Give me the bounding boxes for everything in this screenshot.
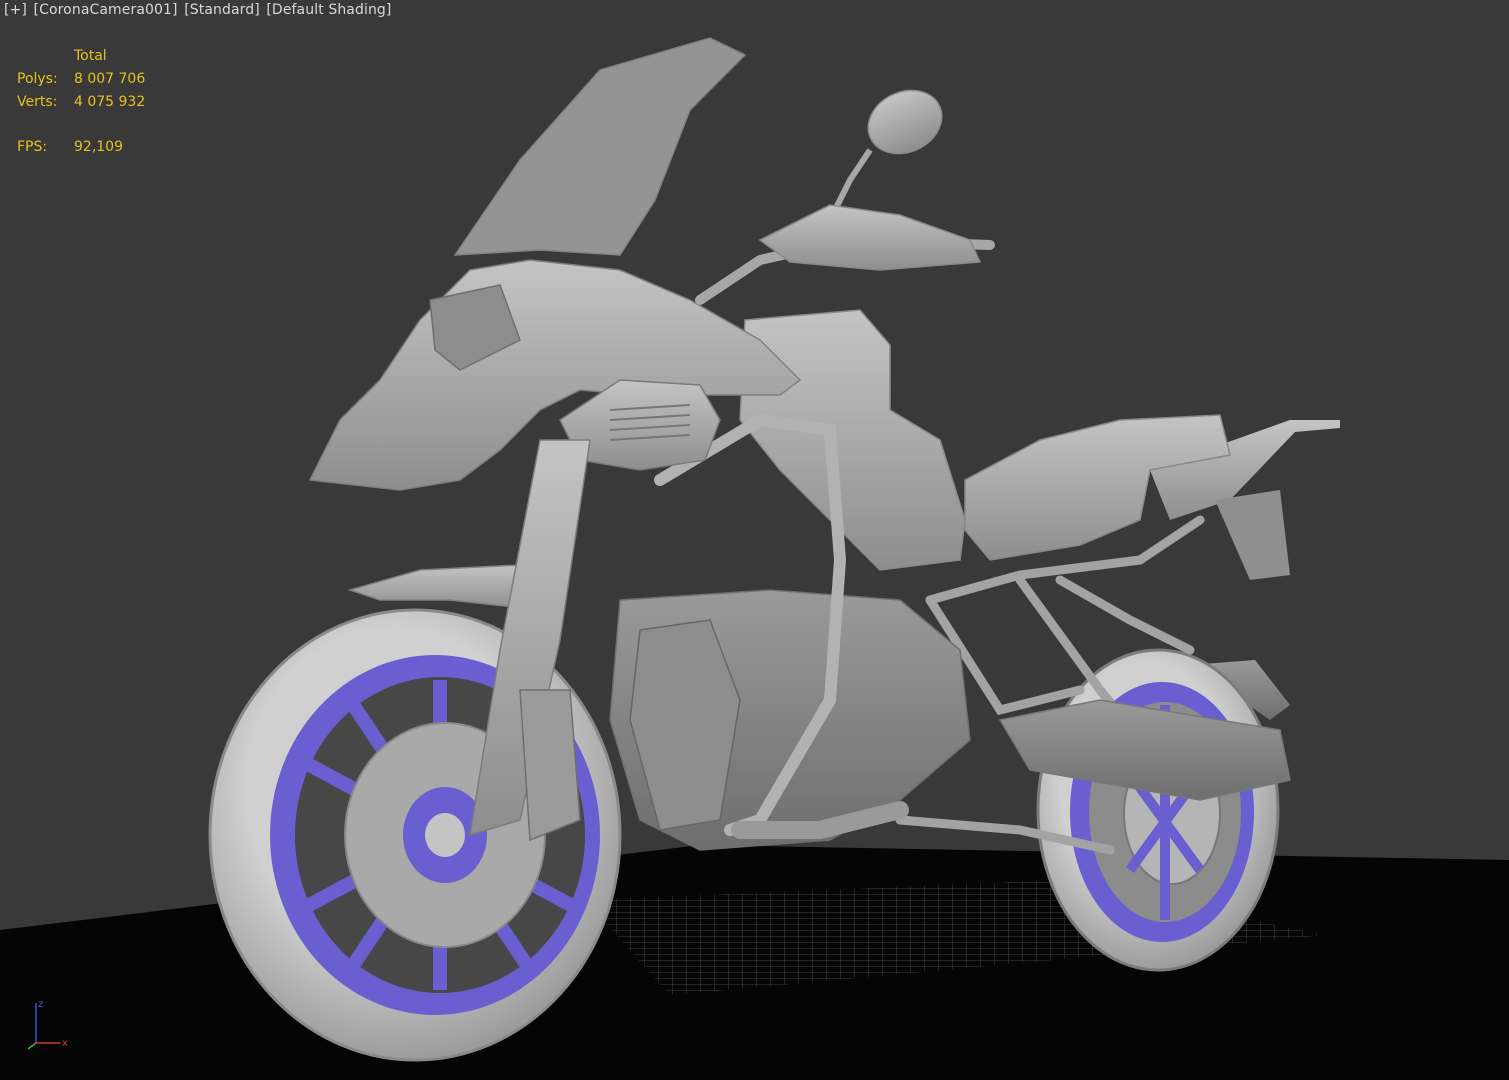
verts-value: 4 075 932	[74, 94, 146, 110]
windscreen	[453, 37, 747, 256]
rear-fender	[1215, 490, 1290, 580]
viewport[interactable]: [+] [CoronaCamera001] [Standard] [Defaul…	[0, 0, 1509, 1080]
fps-label: FPS:	[17, 139, 48, 155]
viewport-plus-menu[interactable]: [+]	[4, 2, 27, 18]
axis-z-label: z	[38, 999, 43, 1010]
fuel-tank	[739, 309, 966, 571]
stats-header: Total	[74, 48, 107, 64]
fps-value: 92,109	[74, 139, 123, 155]
statistics-overlay: Total Polys: 8 007 706 Verts: 4 075 932 …	[17, 45, 145, 159]
polys-value: 8 007 706	[74, 71, 146, 87]
viewport-gizmo-icon: z x	[27, 999, 68, 1050]
viewport-shading-menu[interactable]: [Default Shading]	[266, 2, 391, 18]
rear-wheel	[1036, 648, 1280, 972]
scene-render[interactable]	[0, 0, 1509, 1080]
polys-label: Polys:	[17, 71, 58, 87]
axis-x-label: x	[62, 1038, 68, 1049]
viewport-label-menu[interactable]: [+] [CoronaCamera001] [Standard] [Defaul…	[4, 2, 393, 18]
verts-label: Verts:	[17, 94, 58, 110]
handguard	[758, 204, 982, 271]
viewport-render-mode-menu[interactable]: [Standard]	[184, 2, 260, 18]
front-wheel	[208, 608, 622, 1062]
brake-caliper	[519, 689, 581, 842]
viewport-camera-menu[interactable]: [CoronaCamera001]	[34, 2, 178, 18]
